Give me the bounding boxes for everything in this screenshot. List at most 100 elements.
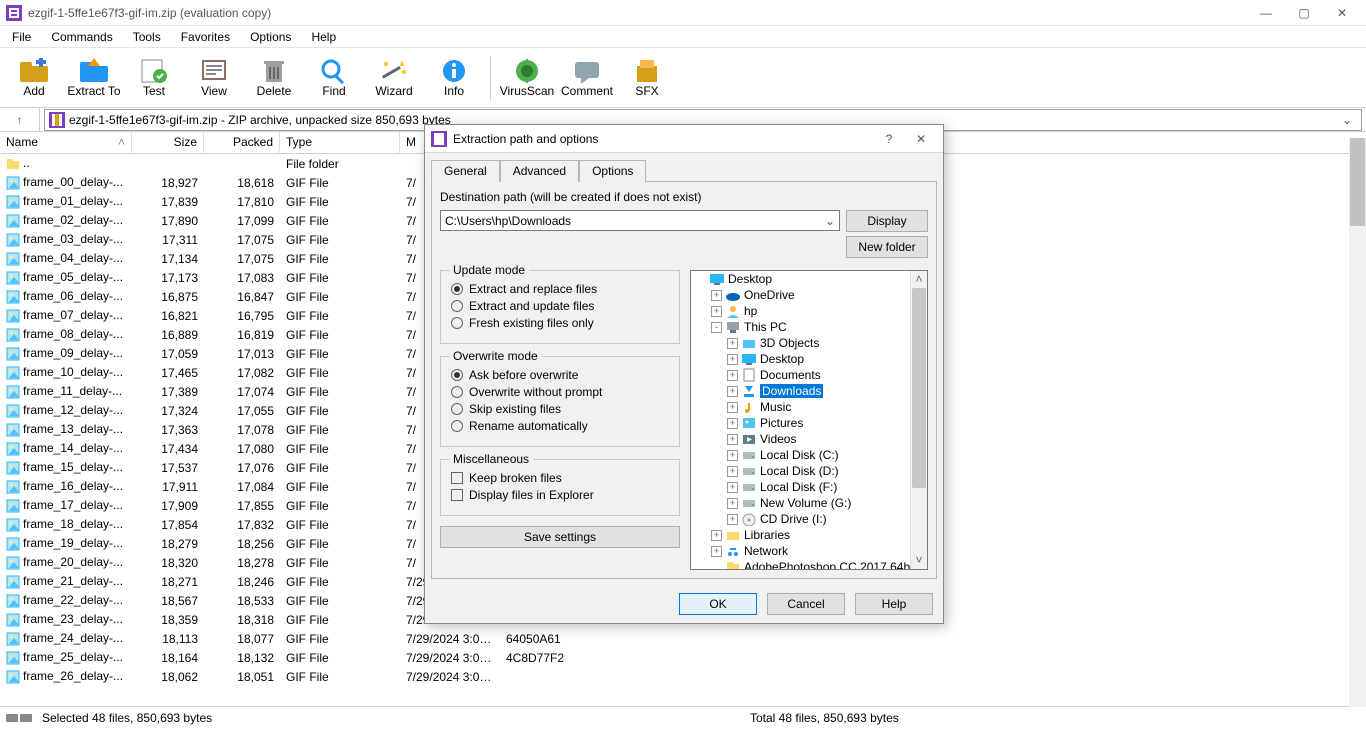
expand-icon[interactable]: +: [727, 354, 738, 365]
dest-path-input[interactable]: C:\Users\hp\Downloads ⌄: [440, 210, 840, 231]
minimize-button[interactable]: —: [1256, 6, 1276, 20]
menu-file[interactable]: File: [4, 28, 39, 46]
radio-extract-update[interactable]: Extract and update files: [451, 299, 669, 313]
toolbar: AddExtract ToTestViewDeleteFindWizardInf…: [0, 48, 1366, 108]
menu-options[interactable]: Options: [242, 28, 299, 46]
dialog-titlebar[interactable]: Extraction path and options ? ✕: [425, 125, 943, 153]
tree-node[interactable]: +Local Disk (D:): [691, 463, 927, 479]
table-row[interactable]: frame_24_delay-...18,11318,077GIF File7/…: [0, 629, 1366, 648]
expand-icon[interactable]: -: [711, 322, 722, 333]
disk-icon: [741, 480, 757, 494]
menu-commands[interactable]: Commands: [43, 28, 120, 46]
tree-node[interactable]: +New Volume (G:): [691, 495, 927, 511]
radio-fresh-only[interactable]: Fresh existing files only: [451, 316, 669, 330]
folder-tree[interactable]: Desktop+OneDrive+hp-This PC+3D Objects+D…: [690, 270, 928, 570]
tree-node[interactable]: +Local Disk (C:): [691, 447, 927, 463]
tree-node[interactable]: +OneDrive: [691, 287, 927, 303]
help-button[interactable]: Help: [855, 593, 933, 615]
tool-test[interactable]: Test: [126, 51, 182, 105]
tab-options[interactable]: Options: [579, 160, 646, 182]
table-row[interactable]: frame_26_delay-...18,06218,051GIF File7/…: [0, 667, 1366, 686]
tool-virusscan[interactable]: VirusScan: [499, 51, 555, 105]
tree-node[interactable]: +Desktop: [691, 351, 927, 367]
tree-node[interactable]: AdobePhotoshop CC 2017 64bit: [691, 559, 927, 570]
tree-node[interactable]: +hp: [691, 303, 927, 319]
expand-icon[interactable]: +: [727, 338, 738, 349]
close-button[interactable]: ✕: [1332, 6, 1352, 20]
col-name[interactable]: Name˄: [0, 132, 132, 153]
tool-comment[interactable]: Comment: [559, 51, 615, 105]
expand-icon[interactable]: +: [727, 402, 738, 413]
image-file-icon: [6, 233, 20, 247]
scroll-down-icon[interactable]: ˅: [911, 552, 927, 569]
combo-arrow-icon[interactable]: ⌄: [825, 214, 835, 228]
radio-rename-auto[interactable]: Rename automatically: [451, 419, 669, 433]
radio-extract-replace[interactable]: Extract and replace files: [451, 282, 669, 296]
tool-sfx[interactable]: SFX: [619, 51, 675, 105]
tool-find[interactable]: Find: [306, 51, 362, 105]
tree-scrollbar[interactable]: ˄ ˅: [910, 271, 927, 569]
table-row[interactable]: frame_25_delay-...18,16418,132GIF File7/…: [0, 648, 1366, 667]
tool-info[interactable]: Info: [426, 51, 482, 105]
disk-icon: [741, 496, 757, 510]
expand-icon[interactable]: +: [727, 418, 738, 429]
menu-favorites[interactable]: Favorites: [173, 28, 238, 46]
menu-help[interactable]: Help: [303, 28, 344, 46]
new-folder-button[interactable]: New folder: [846, 236, 928, 258]
up-button[interactable]: ↑: [0, 108, 40, 131]
expand-icon[interactable]: +: [711, 546, 722, 557]
tool-extract-to[interactable]: Extract To: [66, 51, 122, 105]
tree-node[interactable]: +Pictures: [691, 415, 927, 431]
dropdown-icon[interactable]: ⌄: [1337, 113, 1357, 127]
col-size[interactable]: Size: [132, 132, 204, 153]
save-settings-button[interactable]: Save settings: [440, 526, 680, 548]
radio-skip-existing[interactable]: Skip existing files: [451, 402, 669, 416]
tree-node[interactable]: Desktop: [691, 271, 927, 287]
disk-icon: [6, 712, 34, 724]
tool-delete[interactable]: Delete: [246, 51, 302, 105]
expand-icon[interactable]: +: [727, 450, 738, 461]
tab-general[interactable]: General: [431, 160, 500, 182]
ok-button[interactable]: OK: [679, 593, 757, 615]
radio-ask-overwrite[interactable]: Ask before overwrite: [451, 368, 669, 382]
display-button[interactable]: Display: [846, 210, 928, 232]
tree-node[interactable]: +Music: [691, 399, 927, 415]
col-type[interactable]: Type: [280, 132, 400, 153]
expand-icon[interactable]: +: [727, 514, 738, 525]
radio-overwrite-noprompt[interactable]: Overwrite without prompt: [451, 385, 669, 399]
tree-node[interactable]: +3D Objects: [691, 335, 927, 351]
tree-node[interactable]: +Downloads: [691, 383, 927, 399]
tab-advanced[interactable]: Advanced: [500, 160, 579, 182]
tree-node[interactable]: -This PC: [691, 319, 927, 335]
check-display-explorer[interactable]: Display files in Explorer: [451, 488, 669, 502]
help-icon[interactable]: ?: [873, 132, 905, 146]
col-packed[interactable]: Packed: [204, 132, 280, 153]
dialog-close-button[interactable]: ✕: [905, 132, 937, 146]
tree-node[interactable]: +Libraries: [691, 527, 927, 543]
maximize-button[interactable]: ▢: [1294, 6, 1314, 20]
expand-icon[interactable]: +: [727, 386, 738, 397]
check-keep-broken[interactable]: Keep broken files: [451, 471, 669, 485]
cancel-button[interactable]: Cancel: [767, 593, 845, 615]
tree-node[interactable]: +CD Drive (I:): [691, 511, 927, 527]
menu-tools[interactable]: Tools: [125, 28, 169, 46]
tool-view[interactable]: View: [186, 51, 242, 105]
overwrite-mode-group: Overwrite mode Ask before overwrite Over…: [440, 356, 680, 447]
expand-icon[interactable]: +: [711, 306, 722, 317]
expand-icon[interactable]: +: [727, 466, 738, 477]
expand-icon[interactable]: +: [727, 498, 738, 509]
tool-add[interactable]: Add: [6, 51, 62, 105]
tabs: General Advanced Options: [425, 153, 943, 181]
tree-node[interactable]: +Videos: [691, 431, 927, 447]
expand-icon[interactable]: +: [711, 290, 722, 301]
tree-node[interactable]: +Local Disk (F:): [691, 479, 927, 495]
tree-node[interactable]: +Network: [691, 543, 927, 559]
expand-icon[interactable]: +: [727, 434, 738, 445]
expand-icon[interactable]: +: [727, 482, 738, 493]
expand-icon[interactable]: +: [727, 370, 738, 381]
outer-scrollbar[interactable]: [1349, 138, 1366, 707]
scroll-up-icon[interactable]: ˄: [911, 271, 927, 288]
tree-node[interactable]: +Documents: [691, 367, 927, 383]
tool-wizard[interactable]: Wizard: [366, 51, 422, 105]
expand-icon[interactable]: +: [711, 530, 722, 541]
